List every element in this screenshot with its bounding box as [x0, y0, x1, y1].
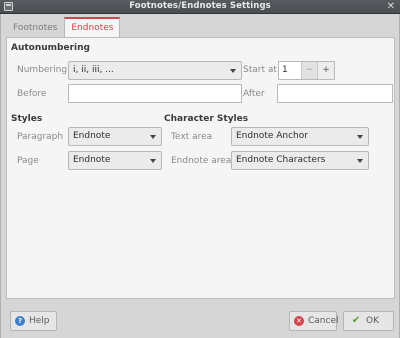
endnote-area-style-value: Endnote Characters — [236, 155, 326, 165]
text-area-style-select[interactable]: Endnote Anchor — [231, 127, 369, 146]
paragraph-label: Paragraph — [17, 132, 64, 142]
help-button-label: Help — [29, 316, 50, 326]
chevron-down-icon — [150, 159, 156, 163]
tab-footnotes[interactable]: Footnotes — [6, 17, 64, 37]
plus-icon[interactable]: + — [317, 62, 334, 79]
page-label: Page — [17, 156, 39, 166]
tab-bar: Footnotes Endnotes — [6, 17, 121, 37]
page-style-select[interactable]: Endnote — [68, 151, 162, 170]
styles-heading: Styles — [11, 114, 43, 124]
ok-button[interactable]: ✔ OK — [343, 311, 394, 331]
window-title: Footnotes/Endnotes Settings — [129, 1, 271, 11]
chevron-down-icon — [357, 135, 363, 139]
paragraph-style-value: Endnote — [73, 131, 111, 141]
ok-button-label: OK — [366, 316, 379, 326]
autonumbering-heading: Autonumbering — [11, 43, 90, 53]
after-label: After — [243, 89, 265, 99]
character-styles-heading: Character Styles — [164, 114, 249, 124]
endnote-area-style-select[interactable]: Endnote Characters — [231, 151, 369, 170]
text-area-style-value: Endnote Anchor — [236, 131, 308, 141]
start-at-label: Start at — [243, 65, 277, 75]
chevron-down-icon — [150, 135, 156, 139]
help-icon: ? — [15, 316, 25, 326]
cancel-icon: ✕ — [294, 316, 304, 326]
numbering-label: Numbering — [17, 65, 68, 75]
before-input[interactable] — [68, 84, 242, 103]
chevron-down-icon — [230, 69, 236, 73]
cancel-button-label: Cancel — [308, 316, 339, 326]
cancel-button[interactable]: ✕ Cancel — [289, 311, 339, 331]
close-icon[interactable]: ✕ — [387, 0, 395, 14]
endnote-area-label: Endnote area — [171, 156, 232, 166]
dialog-body: Footnotes Endnotes Autonumbering Numberi… — [0, 14, 400, 338]
checkmark-icon: ✔ — [351, 315, 361, 326]
endnotes-panel: Autonumbering Numbering i, ii, iii, ... … — [6, 37, 395, 299]
before-label: Before — [17, 89, 47, 99]
start-at-value: 1 — [282, 65, 288, 75]
paragraph-style-select[interactable]: Endnote — [68, 127, 162, 146]
numbering-select[interactable]: i, ii, iii, ... — [68, 61, 242, 80]
numbering-value: i, ii, iii, ... — [73, 65, 114, 75]
page-style-value: Endnote — [73, 155, 111, 165]
text-area-label: Text area — [171, 132, 213, 142]
tab-endnotes[interactable]: Endnotes — [64, 17, 121, 37]
minus-icon[interactable]: − — [301, 62, 317, 79]
chevron-down-icon — [357, 159, 363, 163]
help-button[interactable]: ? Help — [10, 311, 57, 331]
start-at-spinbox[interactable]: 1 − + — [278, 61, 335, 80]
after-input[interactable] — [277, 84, 393, 103]
window-titlebar: Footnotes/Endnotes Settings ✕ — [0, 0, 400, 14]
